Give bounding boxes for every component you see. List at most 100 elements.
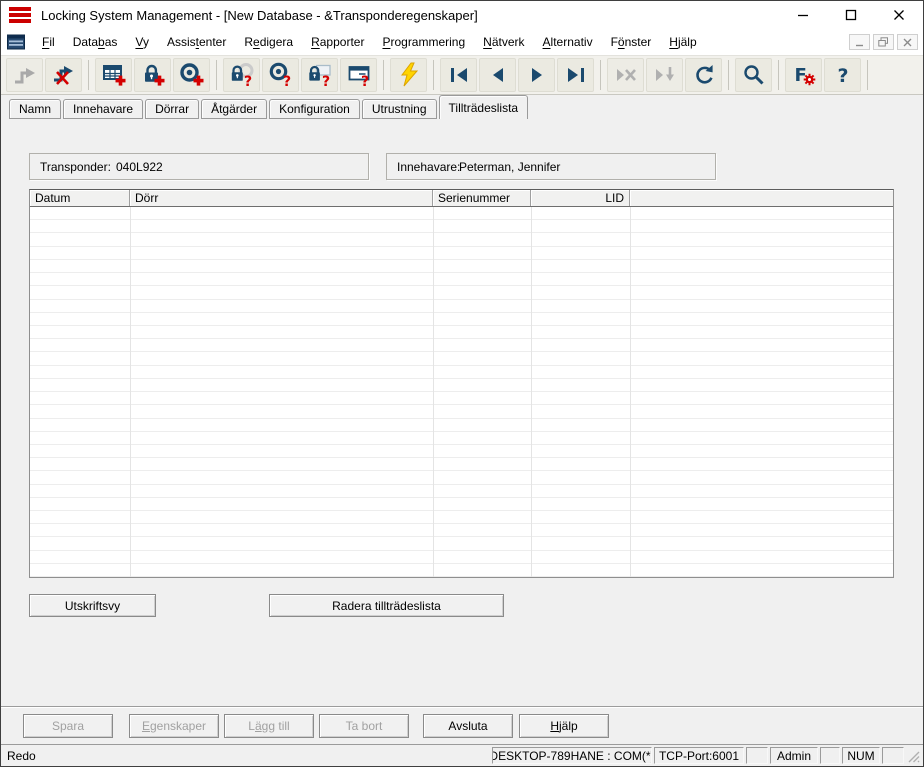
mdi-close-icon xyxy=(903,38,912,47)
table-row xyxy=(30,498,893,511)
status-segments: DESKTOP-789HANE : COM(*)TCP-Port:6001Adm… xyxy=(492,747,904,764)
help-icon xyxy=(830,62,856,88)
column-header-d-rr[interactable]: Dörr xyxy=(130,190,433,206)
toolbar-separator xyxy=(600,60,601,90)
column-grid-line xyxy=(433,207,434,577)
column-grid-line xyxy=(130,207,131,577)
table-row xyxy=(30,405,893,418)
status-segment-tcp-port-6001: TCP-Port:6001 xyxy=(654,747,744,764)
lock-question-button[interactable] xyxy=(223,58,260,92)
egenskaper-button: Egenskaper xyxy=(129,714,219,738)
lock-plus-icon xyxy=(140,62,166,88)
tab-innehavare[interactable]: Innehavare xyxy=(63,99,143,119)
toolbar xyxy=(1,55,923,95)
tab-utrustning[interactable]: Utrustning xyxy=(362,99,437,119)
toolbar-separator xyxy=(728,60,729,90)
menu-vy[interactable]: Vy xyxy=(126,31,158,53)
mdi-restore-icon xyxy=(878,37,889,47)
lightning-button[interactable] xyxy=(390,58,427,92)
status-segment-num: NUM xyxy=(842,747,880,764)
nav-x-icon xyxy=(613,62,639,88)
column-header-serienummer[interactable]: Serienummer xyxy=(433,190,531,206)
transponder-value: 040L922 xyxy=(116,160,163,174)
close-icon xyxy=(893,9,905,21)
table-row xyxy=(30,551,893,564)
menu-f-nster[interactable]: Fönster xyxy=(602,31,661,53)
nav-x-button xyxy=(607,58,644,92)
transponder-plus-button[interactable] xyxy=(173,58,210,92)
column-grid-line xyxy=(531,207,532,577)
status-mode: Redo xyxy=(7,749,36,763)
toolbar-separator xyxy=(88,60,89,90)
tab-d-rrar[interactable]: Dörrar xyxy=(145,99,199,119)
menu-programmering[interactable]: Programmering xyxy=(373,31,474,53)
lock-window-question-button[interactable] xyxy=(301,58,338,92)
mdi-minimize-button[interactable] xyxy=(849,34,870,50)
nav-down-button xyxy=(646,58,683,92)
menu-n-tverk[interactable]: Nätverk xyxy=(474,31,533,53)
table-row xyxy=(30,524,893,537)
app-logo-icon xyxy=(9,6,33,24)
lock-window-question-icon xyxy=(307,62,333,88)
matrix-plus-button[interactable] xyxy=(95,58,132,92)
tab-konfiguration[interactable]: Konfiguration xyxy=(269,99,360,119)
nav-last-icon xyxy=(563,62,589,88)
nav-first-button[interactable] xyxy=(440,58,477,92)
maximize-button[interactable] xyxy=(827,1,875,29)
nav-prev-icon xyxy=(485,62,511,88)
nav-prev-button[interactable] xyxy=(479,58,516,92)
menu-redigera[interactable]: Redigera xyxy=(235,31,302,53)
table-row xyxy=(30,207,893,220)
arrow-x-button[interactable] xyxy=(45,58,82,92)
nav-next-icon xyxy=(524,62,550,88)
window-title: Locking System Management - [New Databas… xyxy=(41,8,478,23)
status-bar: Redo DESKTOP-789HANE : COM(*)TCP-Port:60… xyxy=(1,744,923,766)
menu-databas[interactable]: Databas xyxy=(64,31,127,53)
filter-gear-button[interactable] xyxy=(785,58,822,92)
menu-fil[interactable]: Fil xyxy=(33,31,64,53)
table-row xyxy=(30,485,893,498)
zigzag-arrow-icon xyxy=(12,62,38,88)
print-preview-button[interactable]: Utskriftsvy xyxy=(29,594,156,617)
lock-plus-button[interactable] xyxy=(134,58,171,92)
avsluta-button[interactable]: Avsluta xyxy=(423,714,513,738)
hj-lp-button[interactable]: Hjälp xyxy=(519,714,609,738)
menu-assistenter[interactable]: Assistenter xyxy=(158,31,235,53)
column-header-datum[interactable]: Datum xyxy=(30,190,130,206)
menu-alternativ[interactable]: Alternativ xyxy=(534,31,602,53)
zigzag-arrow-button xyxy=(6,58,43,92)
table-header: DatumDörrSerienummerLID xyxy=(30,190,893,207)
menu-hj-lp[interactable]: Hjälp xyxy=(660,31,705,53)
table-row xyxy=(30,432,893,445)
nav-next-button[interactable] xyxy=(518,58,555,92)
minimize-button[interactable] xyxy=(779,1,827,29)
help-button[interactable] xyxy=(824,58,861,92)
menu-rapporter[interactable]: Rapporter xyxy=(302,31,373,53)
tab-namn[interactable]: Namn xyxy=(9,99,61,119)
mdi-window-controls xyxy=(849,34,918,50)
table-row xyxy=(30,233,893,246)
document-window-icon[interactable] xyxy=(7,34,27,50)
mdi-restore-button[interactable] xyxy=(873,34,894,50)
toolbar-separator xyxy=(383,60,384,90)
close-button[interactable] xyxy=(875,1,923,29)
tab-tilltr-deslista[interactable]: Tillträdeslista xyxy=(439,95,529,119)
refresh-button[interactable] xyxy=(685,58,722,92)
mdi-close-button[interactable] xyxy=(897,34,918,50)
clear-access-list-button[interactable]: Radera tillträdeslista xyxy=(269,594,504,617)
table-row xyxy=(30,339,893,352)
search-button[interactable] xyxy=(735,58,772,92)
tab-strip: NamnInnehavareDörrarÅtgärderKonfiguratio… xyxy=(1,95,923,119)
tab-tg-rder[interactable]: Åtgärder xyxy=(201,99,267,119)
window-question-icon xyxy=(346,62,372,88)
column-header-lid[interactable]: LID xyxy=(531,190,630,206)
toolbar-separator xyxy=(778,60,779,90)
resize-grip-icon[interactable] xyxy=(906,749,920,763)
table-row xyxy=(30,564,893,577)
transponder-question-button[interactable] xyxy=(262,58,299,92)
access-list-table[interactable]: DatumDörrSerienummerLID xyxy=(29,189,894,578)
window-question-button[interactable] xyxy=(340,58,377,92)
nav-last-button[interactable] xyxy=(557,58,594,92)
table-row xyxy=(30,366,893,379)
table-row xyxy=(30,286,893,299)
